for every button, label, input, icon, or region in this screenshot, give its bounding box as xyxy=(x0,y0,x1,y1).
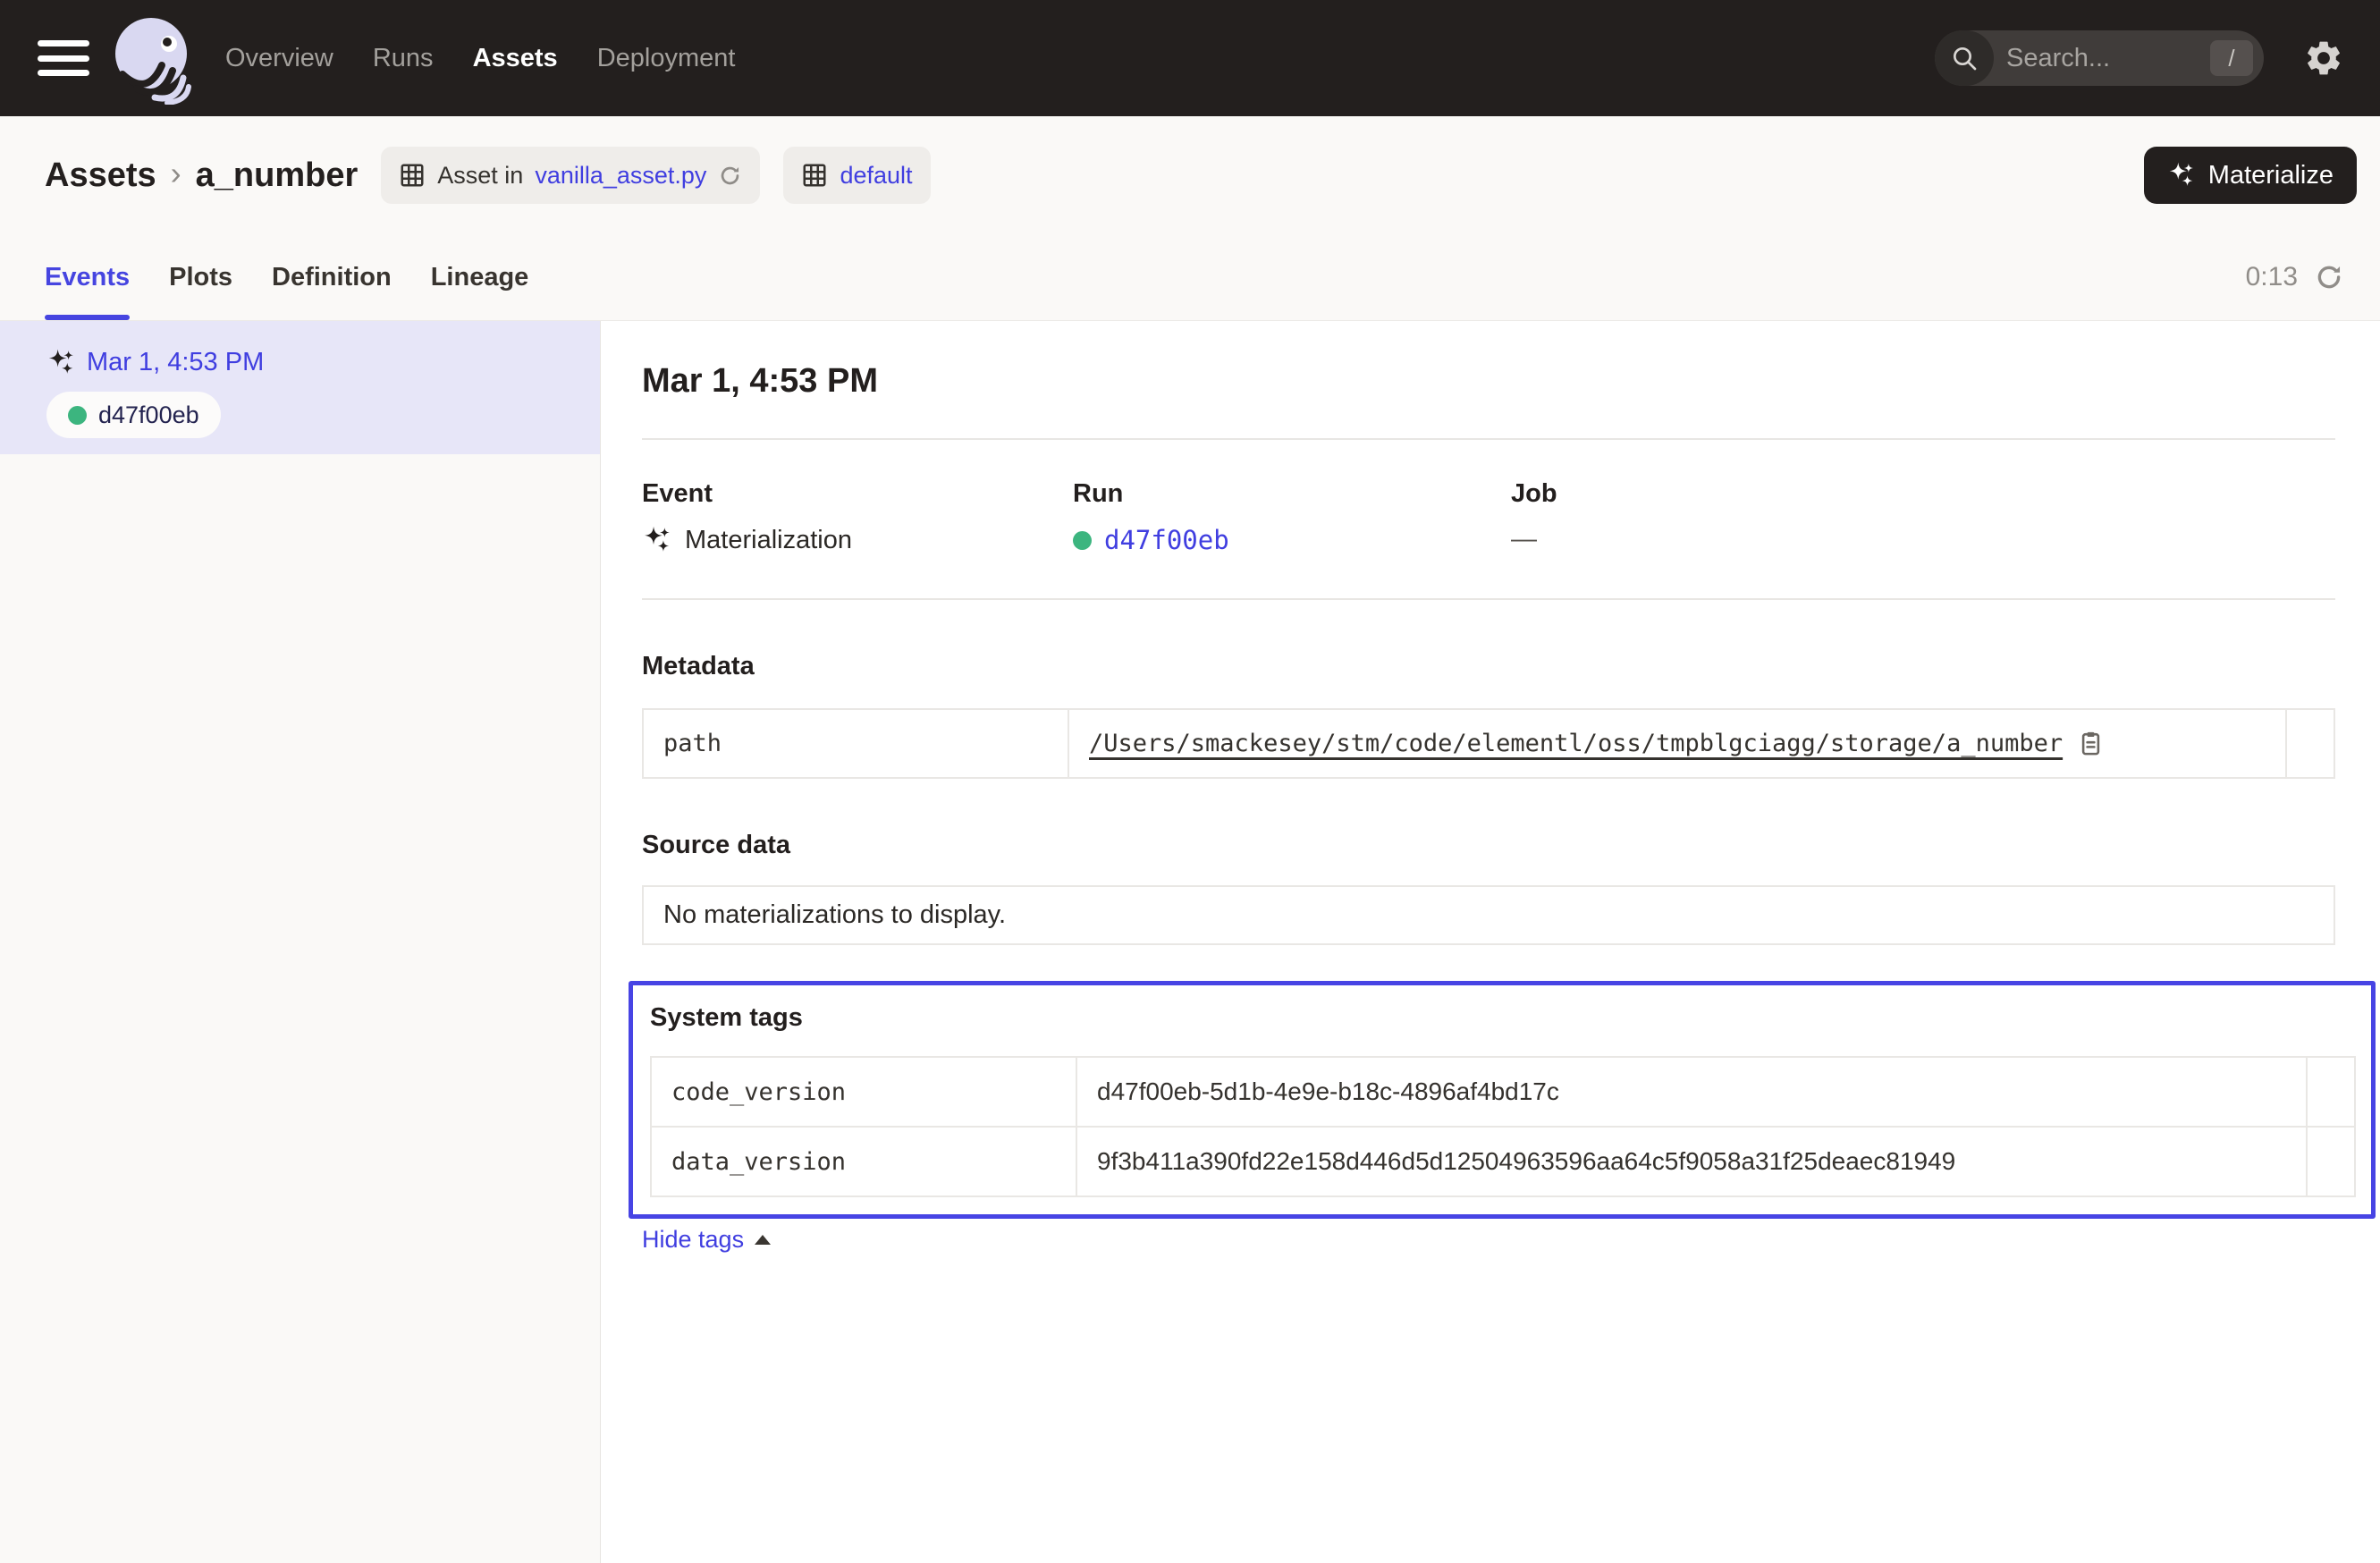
run-id-link[interactable]: d47f00eb xyxy=(1104,525,1229,555)
settings-gear-icon[interactable] xyxy=(2303,38,2344,79)
asset-tabs: Events Plots Definition Lineage 0:13 xyxy=(0,234,2380,321)
copy-path-button[interactable] xyxy=(2077,730,2105,757)
table-end-cell xyxy=(2306,1128,2354,1195)
breadcrumb-assets-link[interactable]: Assets xyxy=(45,156,156,195)
table-end-cell xyxy=(2306,1058,2354,1126)
asset-group-link[interactable]: default xyxy=(840,162,912,190)
table-icon xyxy=(399,162,426,189)
event-detail-panel: Mar 1, 4:53 PM Event Materialization Run… xyxy=(601,321,2380,1563)
event-timestamp-link[interactable]: Mar 1, 4:53 PM xyxy=(87,348,264,377)
dagster-logo[interactable] xyxy=(102,9,200,107)
event-type-value: Materialization xyxy=(642,525,1073,555)
reload-definition-icon[interactable] xyxy=(718,164,742,188)
asset-file-link[interactable]: vanilla_asset.py xyxy=(535,162,706,190)
asset-group-badge[interactable]: default xyxy=(783,147,930,204)
collapse-caret-icon[interactable] xyxy=(755,1235,771,1245)
search-box[interactable]: / xyxy=(1935,30,2264,86)
event-list-item-selected[interactable]: Mar 1, 4:53 PM d47f00eb xyxy=(0,321,600,454)
run-badge[interactable]: d47f00eb xyxy=(46,392,221,438)
octopus-logo-icon xyxy=(105,12,198,105)
divider xyxy=(642,598,2335,600)
tag-value: d47f00eb-5d1b-4e9e-b18c-4896af4bd17c xyxy=(1076,1058,2306,1126)
system-tags-heading: System tags xyxy=(650,1003,2335,1033)
source-data-empty-state: No materializations to display. xyxy=(642,885,2335,945)
materialization-sparkle-icon xyxy=(642,525,672,555)
top-navigation-bar: Overview Runs Assets Deployment / xyxy=(0,0,2380,116)
breadcrumb: Assets › a_number xyxy=(45,156,358,195)
table-row: path /Users/smackesey/stm/code/elementl/… xyxy=(644,710,2334,777)
event-column-header: Event xyxy=(642,479,1073,509)
refresh-countdown: 0:13 xyxy=(2246,262,2298,292)
hide-tags-link[interactable]: Hide tags xyxy=(642,1226,744,1254)
tab-events[interactable]: Events xyxy=(45,234,130,320)
divider xyxy=(642,438,2335,440)
nav-overview[interactable]: Overview xyxy=(225,44,333,73)
asset-group-icon xyxy=(801,162,828,189)
nav-deployment[interactable]: Deployment xyxy=(597,44,736,73)
tag-key: code_version xyxy=(652,1058,1076,1126)
hide-tags-control: Hide tags xyxy=(642,1226,2376,1254)
materialize-button-label: Materialize xyxy=(2208,161,2334,190)
system-tags-highlight-box: System tags code_version d47f00eb-5d1b-4… xyxy=(629,981,2376,1219)
tag-key: data_version xyxy=(652,1128,1076,1195)
event-list-sidebar: Mar 1, 4:53 PM d47f00eb xyxy=(0,321,601,1563)
event-summary-grid: Event Materialization Run d47f00eb Job — xyxy=(642,479,2335,555)
page-title: a_number xyxy=(196,156,359,195)
source-data-heading: Source data xyxy=(642,831,2376,860)
table-end-cell xyxy=(2285,710,2334,777)
tag-value: 9f3b411a390fd22e158d446d5d12504963596aa6… xyxy=(1076,1128,2306,1195)
run-id-label: d47f00eb xyxy=(98,401,199,429)
clipboard-icon xyxy=(2077,730,2105,757)
tab-definition[interactable]: Definition xyxy=(272,234,392,320)
refresh-icon[interactable] xyxy=(2314,262,2344,292)
asset-definition-badge[interactable]: Asset in vanilla_asset.py xyxy=(381,147,760,204)
metadata-key: path xyxy=(644,710,1068,777)
materialization-sparkle-icon xyxy=(46,348,76,377)
event-timestamp-row[interactable]: Mar 1, 4:53 PM xyxy=(46,348,600,377)
job-column-header: Job xyxy=(1511,479,2335,509)
run-success-dot-icon xyxy=(1073,531,1092,550)
event-detail-title: Mar 1, 4:53 PM xyxy=(642,362,2376,401)
search-icon xyxy=(1935,30,1994,86)
run-column-header: Run xyxy=(1073,479,1511,509)
menu-icon xyxy=(38,40,89,46)
job-empty-value: — xyxy=(1511,525,2335,554)
asset-page-header: Assets › a_number Asset in vanilla_asset… xyxy=(0,116,2380,234)
materialize-button[interactable]: Materialize xyxy=(2144,147,2357,204)
metadata-table: path /Users/smackesey/stm/code/elementl/… xyxy=(642,708,2335,779)
nav-assets[interactable]: Assets xyxy=(473,44,558,73)
menu-button[interactable] xyxy=(38,38,89,78)
system-tags-table: code_version d47f00eb-5d1b-4e9e-b18c-489… xyxy=(650,1056,2356,1197)
nav-runs[interactable]: Runs xyxy=(373,44,434,73)
search-input[interactable] xyxy=(1994,44,2210,73)
content-area: Mar 1, 4:53 PM d47f00eb Mar 1, 4:53 PM E… xyxy=(0,321,2380,1563)
metadata-heading: Metadata xyxy=(642,652,2376,681)
breadcrumb-chevron-icon: › xyxy=(171,155,181,192)
table-row: data_version 9f3b411a390fd22e158d446d5d1… xyxy=(652,1126,2354,1195)
tab-plots[interactable]: Plots xyxy=(169,234,232,320)
search-shortcut-key: / xyxy=(2210,40,2253,76)
primary-nav: Overview Runs Assets Deployment xyxy=(225,44,735,73)
run-success-dot-icon xyxy=(68,406,87,425)
sparkle-icon xyxy=(2167,161,2196,190)
path-value-link[interactable]: /Users/smackesey/stm/code/elementl/oss/t… xyxy=(1089,730,2063,757)
table-row: code_version d47f00eb-5d1b-4e9e-b18c-489… xyxy=(652,1058,2354,1126)
asset-in-label: Asset in xyxy=(437,162,523,190)
refresh-control: 0:13 xyxy=(2246,234,2344,320)
tab-lineage[interactable]: Lineage xyxy=(431,234,529,320)
